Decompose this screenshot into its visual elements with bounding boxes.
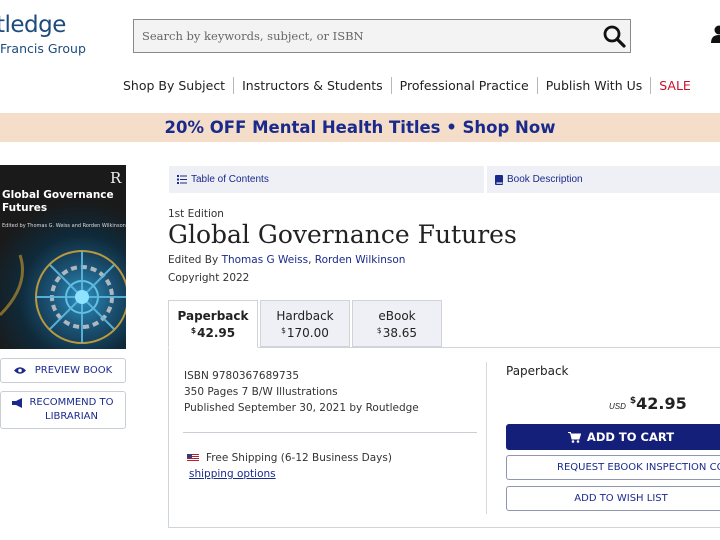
publication-info: Published September 30, 2021 by Routledg… — [184, 402, 419, 414]
list-icon — [177, 175, 187, 184]
divider — [486, 362, 487, 514]
main-nav: Shop By Subject Instructors & Students P… — [115, 77, 699, 94]
search-input[interactable] — [134, 20, 594, 52]
price-amount: $42.95 — [630, 394, 687, 413]
book-cover[interactable]: R Global Governance Futures Edited by Th… — [0, 165, 126, 349]
recommend-line-2: LIBRARIAN — [45, 411, 98, 422]
promo-banner[interactable]: 20% OFF Mental Health Titles • Shop Now — [0, 113, 720, 142]
currency-symbol: $ — [190, 326, 197, 335]
book-description-tab[interactable]: Book Description — [487, 166, 720, 193]
recommend-label: RECOMMEND TO LIBRARIAN — [29, 396, 113, 424]
cover-editors: Edited by Thomas G. Weiss and Rorden Wil… — [2, 223, 126, 229]
currency-symbol: $ — [376, 326, 382, 335]
book-icon — [495, 174, 503, 185]
megaphone-icon — [12, 398, 23, 408]
format-tab-paperback[interactable]: Paperback $42.95 — [168, 300, 258, 348]
selected-format-label: Paperback — [506, 364, 569, 378]
editor-separator: , — [308, 254, 312, 266]
search-bar — [133, 19, 631, 53]
user-icon — [711, 25, 720, 43]
price-value: 42.95 — [197, 326, 236, 340]
price-value: 170.00 — [286, 326, 329, 340]
cover-title: Global Governance Futures — [2, 189, 114, 214]
editor-link-wilkinson[interactable]: Rorden Wilkinson — [315, 254, 406, 266]
format-price: $42.95 — [169, 326, 257, 340]
logo-subtitle: Francis Group — [0, 41, 86, 56]
nav-professional-practice[interactable]: Professional Practice — [392, 78, 537, 93]
editor-link-weiss[interactable]: Thomas G Weiss — [222, 254, 309, 266]
us-flag-icon — [187, 454, 199, 462]
cart-icon — [567, 431, 581, 443]
page-count: 350 Pages 7 B/W Illustrations — [184, 386, 338, 398]
add-to-wish-list-button[interactable]: ADD TO WISH LIST — [506, 486, 720, 511]
request-inspection-copy-button[interactable]: REQUEST EBOOK INSPECTION COPY — [506, 455, 720, 480]
format-price: $170.00 — [261, 326, 349, 340]
edited-by-prefix: Edited By — [168, 254, 219, 266]
nav-shop-by-subject[interactable]: Shop By Subject — [115, 78, 233, 93]
currency-code: USD — [609, 402, 626, 411]
edition-label: 1st Edition — [168, 208, 224, 220]
preview-book-button[interactable]: PREVIEW BOOK — [0, 358, 126, 383]
format-price: $38.65 — [353, 326, 441, 340]
price-value: 38.65 — [382, 326, 418, 340]
edited-by: Edited By Thomas G Weiss, Rorden Wilkins… — [168, 254, 405, 266]
publisher-logo: R — [110, 169, 122, 187]
format-name: eBook — [378, 309, 416, 323]
book-title: Global Governance Futures — [168, 220, 517, 249]
logo-wordmark[interactable]: tledge — [0, 12, 66, 38]
book-description-label: Book Description — [507, 174, 583, 185]
price-value: 42.95 — [636, 394, 687, 413]
shipping-text: Free Shipping (6-12 Business Days) — [206, 452, 392, 464]
search-icon — [603, 25, 626, 48]
currency-symbol: $ — [281, 326, 286, 335]
eye-icon — [13, 367, 26, 374]
format-tab-ebook[interactable]: eBook $38.65 — [352, 300, 442, 347]
nav-instructors-students[interactable]: Instructors & Students — [234, 78, 391, 93]
price-display: USD $42.95 — [609, 394, 687, 413]
recommend-to-librarian-button[interactable]: RECOMMEND TO LIBRARIAN — [0, 391, 126, 429]
table-of-contents-label: Table of Contents — [191, 174, 269, 185]
table-of-contents-tab[interactable]: Table of Contents — [169, 166, 484, 193]
nav-sale[interactable]: SALE — [651, 78, 699, 93]
format-details-panel: ISBN 9780367689735 350 Pages 7 B/W Illus… — [168, 347, 720, 528]
recommend-line-1: RECOMMEND TO — [29, 397, 114, 408]
add-to-cart-button[interactable]: ADD TO CART — [506, 424, 720, 450]
search-button[interactable] — [600, 23, 628, 49]
shipping-info: Free Shipping (6-12 Business Days) — [187, 452, 392, 464]
copyright: Copyright 2022 — [168, 272, 250, 284]
format-name: Hardback — [276, 309, 334, 323]
shipping-options-link[interactable]: shipping options — [189, 468, 276, 480]
format-tab-hardback[interactable]: Hardback $170.00 — [260, 300, 350, 347]
divider — [183, 432, 477, 433]
format-name: Paperback — [177, 309, 249, 323]
preview-book-label: PREVIEW BOOK — [34, 365, 113, 376]
nav-publish-with-us[interactable]: Publish With Us — [538, 78, 651, 93]
account-button[interactable] — [709, 25, 720, 48]
isbn: ISBN 9780367689735 — [184, 370, 300, 382]
add-to-cart-label: ADD TO CART — [586, 430, 675, 444]
